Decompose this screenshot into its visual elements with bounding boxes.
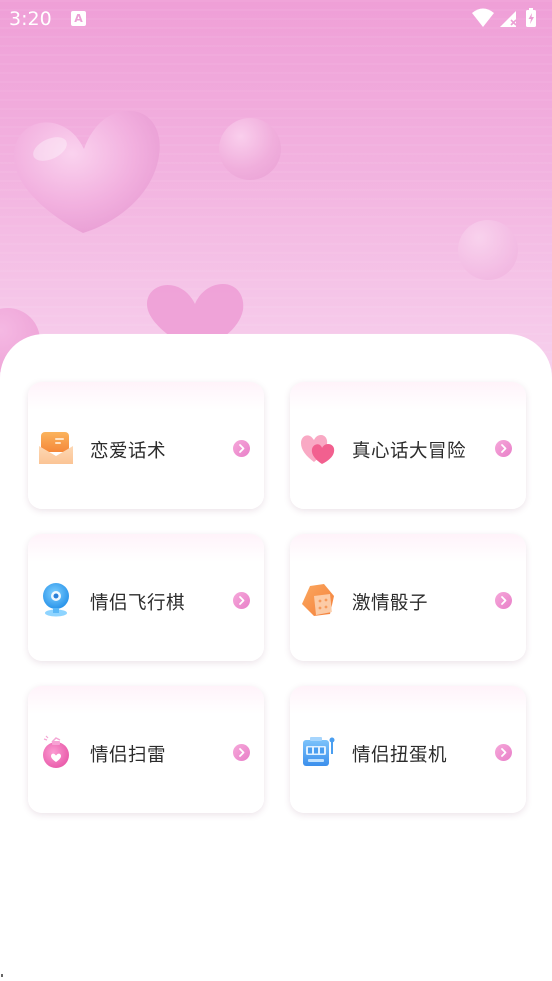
slot-machine-icon	[303, 737, 335, 766]
battery-icon	[526, 8, 536, 27]
chevron-right-icon	[233, 744, 250, 761]
menu-card-couple-flying-chess[interactable]: 情侣飞行棋	[28, 534, 264, 661]
menu-card-label: 情侣飞行棋	[90, 593, 186, 614]
menu-card-label: 激情骰子	[352, 593, 429, 614]
edge-marker	[1, 974, 3, 977]
chevron-right-icon	[233, 592, 250, 609]
hearts-icon	[301, 435, 335, 464]
menu-card-label: 恋爱话术	[90, 441, 167, 462]
chevron-right-icon	[233, 440, 250, 457]
menu-card-label: 情侣扭蛋机	[352, 745, 448, 766]
dice-icon	[302, 584, 334, 616]
bomb-icon	[43, 735, 69, 768]
menu-card-couple-minesweeper[interactable]: 情侣扫雷	[28, 686, 264, 813]
menu-card-couple-gacha[interactable]: 情侣扭蛋机	[290, 686, 526, 813]
chevron-right-icon	[495, 592, 512, 609]
menu-card-label: 真心话大冒险	[352, 441, 467, 462]
webcam-icon	[43, 583, 69, 617]
bubble-decoration	[219, 118, 281, 180]
menu-card-passion-dice[interactable]: 激情骰子	[290, 534, 526, 661]
status-icons	[472, 8, 536, 27]
chevron-right-icon	[495, 744, 512, 761]
chevron-right-icon	[495, 440, 512, 457]
wifi-icon	[472, 8, 494, 27]
menu-card-truth-or-dare[interactable]: 真心话大冒险	[290, 382, 526, 509]
status-bar: 3:20 A	[0, 0, 552, 38]
envelope-icon	[39, 432, 73, 464]
menu-card-label: 情侣扫雷	[90, 745, 167, 766]
bubble-decoration	[458, 220, 518, 280]
heart-balloon-large	[13, 110, 160, 233]
notification-icon: A	[71, 11, 86, 26]
status-time: 3:20	[9, 8, 52, 30]
menu-card-love-talk[interactable]: 恋爱话术	[28, 382, 264, 509]
signal-icon	[500, 11, 517, 27]
